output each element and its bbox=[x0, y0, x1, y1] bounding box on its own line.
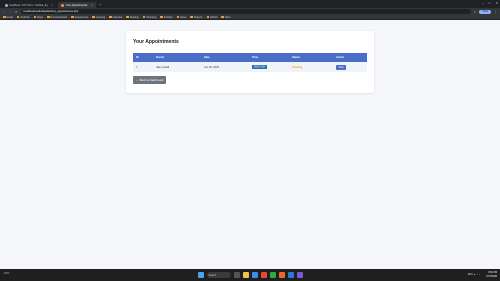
cell-doctor: rakin pukall bbox=[156, 65, 170, 69]
profile-button[interactable]: Work bbox=[479, 9, 491, 14]
chrome-browser-icon[interactable] bbox=[260, 272, 267, 278]
system-tray[interactable]: ENG ▲ ◔ ♪ bbox=[468, 273, 480, 276]
clock[interactable]: 3:51 PM 6/17/2025 bbox=[486, 271, 497, 278]
cell-status: Pending bbox=[289, 62, 333, 72]
bookmark-item[interactable]: Reading bbox=[126, 15, 139, 19]
time-value: 09:00 AM bbox=[252, 65, 267, 69]
search-placeholder: Search bbox=[208, 273, 217, 277]
bookmark-item[interactable]: Doc Dashboard bbox=[47, 16, 67, 19]
table-row: 7 rakin pukall Jun 18, 2025 09:00 AM Pen… bbox=[133, 62, 367, 72]
bookmark-icon bbox=[176, 15, 180, 19]
language-indicator: ENG bbox=[467, 273, 473, 276]
bookmark-icon bbox=[190, 15, 193, 19]
tab-favicon-icon bbox=[61, 3, 65, 7]
column-header-action: Action bbox=[336, 56, 345, 59]
bookmark-icon bbox=[47, 15, 50, 19]
tab-label: localhost / 127.0.0.1 / medica_dg bbox=[9, 3, 48, 7]
appointments-table: ID Doctor Date Time Status Action 7 raki… bbox=[133, 53, 367, 72]
bookmark-item[interactable]: Notes bbox=[176, 15, 186, 19]
bookmark-item[interactable]: Calendar bbox=[109, 16, 122, 19]
bookmark-item[interactable]: Portfolio bbox=[160, 15, 173, 19]
column-header-doctor: Doctor bbox=[156, 56, 165, 59]
cell-id: 7 bbox=[136, 65, 138, 69]
table-header-row: ID Doctor Date Time Status Action bbox=[133, 53, 367, 62]
bookmark-icon bbox=[33, 15, 37, 19]
maximize-icon[interactable]: □ bbox=[489, 1, 491, 5]
bookmark-icon bbox=[206, 15, 210, 19]
windows-taskbar: 31°C Search ENG ▲ ◔ ♪ 3:51 PM 6/17/2025 bbox=[0, 269, 500, 281]
browser-tab-bar: localhost / 127.0.0.1 / medica_dg ✕ Your… bbox=[0, 0, 500, 8]
bookmark-icon bbox=[160, 15, 163, 19]
menu-dots-icon[interactable]: ⋮ bbox=[494, 10, 497, 14]
back-to-dashboard-button[interactable]: ← Back to Dashboard bbox=[133, 76, 167, 84]
clock-date: 6/17/2025 bbox=[486, 274, 497, 278]
weather-widget[interactable]: 31°C bbox=[4, 272, 9, 275]
forward-arrow-icon[interactable]: → bbox=[9, 10, 12, 14]
bookmark-item[interactable]: Assignments bbox=[71, 16, 88, 19]
reload-icon[interactable]: ⟳ bbox=[15, 10, 18, 14]
page-title: Your Appointments bbox=[133, 39, 179, 45]
bookmark-icon bbox=[16, 15, 20, 19]
back-arrow-icon[interactable]: ← bbox=[3, 10, 6, 14]
cell-time: 09:00 AM bbox=[249, 62, 289, 72]
bookmark-item[interactable]: Learning bbox=[92, 16, 105, 19]
bookmark-icon bbox=[71, 15, 74, 19]
taskbar-search[interactable]: Search bbox=[206, 272, 231, 278]
bookmark-icon bbox=[109, 15, 112, 19]
bookmark-icon bbox=[221, 15, 224, 19]
bookmark-item[interactable]: Gmail bbox=[3, 16, 13, 19]
bookmark-item[interactable]: Maps bbox=[33, 15, 43, 19]
view-button[interactable]: View bbox=[336, 64, 347, 70]
column-header-id: ID bbox=[136, 56, 139, 59]
cell-action: View bbox=[333, 62, 367, 72]
clock-time: 3:51 PM bbox=[488, 271, 497, 274]
window-controls: – □ ✕ bbox=[482, 1, 498, 5]
bookmark-item[interactable]: Drive bbox=[221, 15, 231, 19]
browser-toolbar: ← → ⟳ localhost/medical/patient/my_appoi… bbox=[0, 8, 500, 15]
tab-favicon-icon bbox=[5, 3, 8, 7]
start-menu-icon[interactable] bbox=[197, 272, 204, 278]
bookmark-icon bbox=[142, 15, 146, 19]
xampp-icon[interactable] bbox=[278, 272, 285, 278]
cell-date: Jun 18, 2025 bbox=[204, 65, 219, 69]
column-header-time: Time bbox=[252, 56, 259, 59]
close-tab-icon[interactable]: ✕ bbox=[91, 4, 93, 7]
app-icon[interactable] bbox=[296, 272, 303, 278]
vscode-icon[interactable] bbox=[287, 272, 294, 278]
address-bar[interactable]: localhost/medical/patient/my_appointment… bbox=[20, 9, 471, 14]
bookmark-item[interactable]: GitHub bbox=[206, 15, 217, 19]
bookmark-item[interactable]: Shopping bbox=[142, 15, 156, 19]
bookmark-icon bbox=[92, 15, 95, 19]
bookmark-icon bbox=[126, 15, 129, 19]
edge-browser-icon[interactable] bbox=[251, 272, 258, 278]
appointments-card: Your Appointments ID Doctor Date Time St… bbox=[126, 31, 374, 93]
bookmark-item[interactable]: Projects bbox=[190, 15, 203, 19]
bookmarks-bar: Gmail YouTube Maps Doc Dashboard Assignm… bbox=[0, 15, 500, 20]
url-text: localhost/medical/patient/my_appointment… bbox=[23, 10, 79, 13]
star-icon[interactable]: ☆ bbox=[474, 10, 477, 14]
tab-label: Your Appointments bbox=[65, 3, 88, 7]
column-header-date: Date bbox=[204, 56, 210, 59]
status-badge: Pending bbox=[292, 65, 303, 69]
close-window-icon[interactable]: ✕ bbox=[495, 1, 498, 5]
bookmark-icon bbox=[3, 15, 6, 19]
column-header-status: Status bbox=[292, 56, 300, 59]
file-explorer-icon[interactable] bbox=[242, 272, 249, 278]
close-tab-icon[interactable]: ✕ bbox=[51, 4, 53, 7]
bookmark-item[interactable]: YouTube bbox=[16, 15, 30, 19]
task-view-icon[interactable] bbox=[233, 272, 240, 278]
minimize-icon[interactable]: – bbox=[482, 1, 484, 5]
store-icon[interactable] bbox=[269, 272, 276, 278]
